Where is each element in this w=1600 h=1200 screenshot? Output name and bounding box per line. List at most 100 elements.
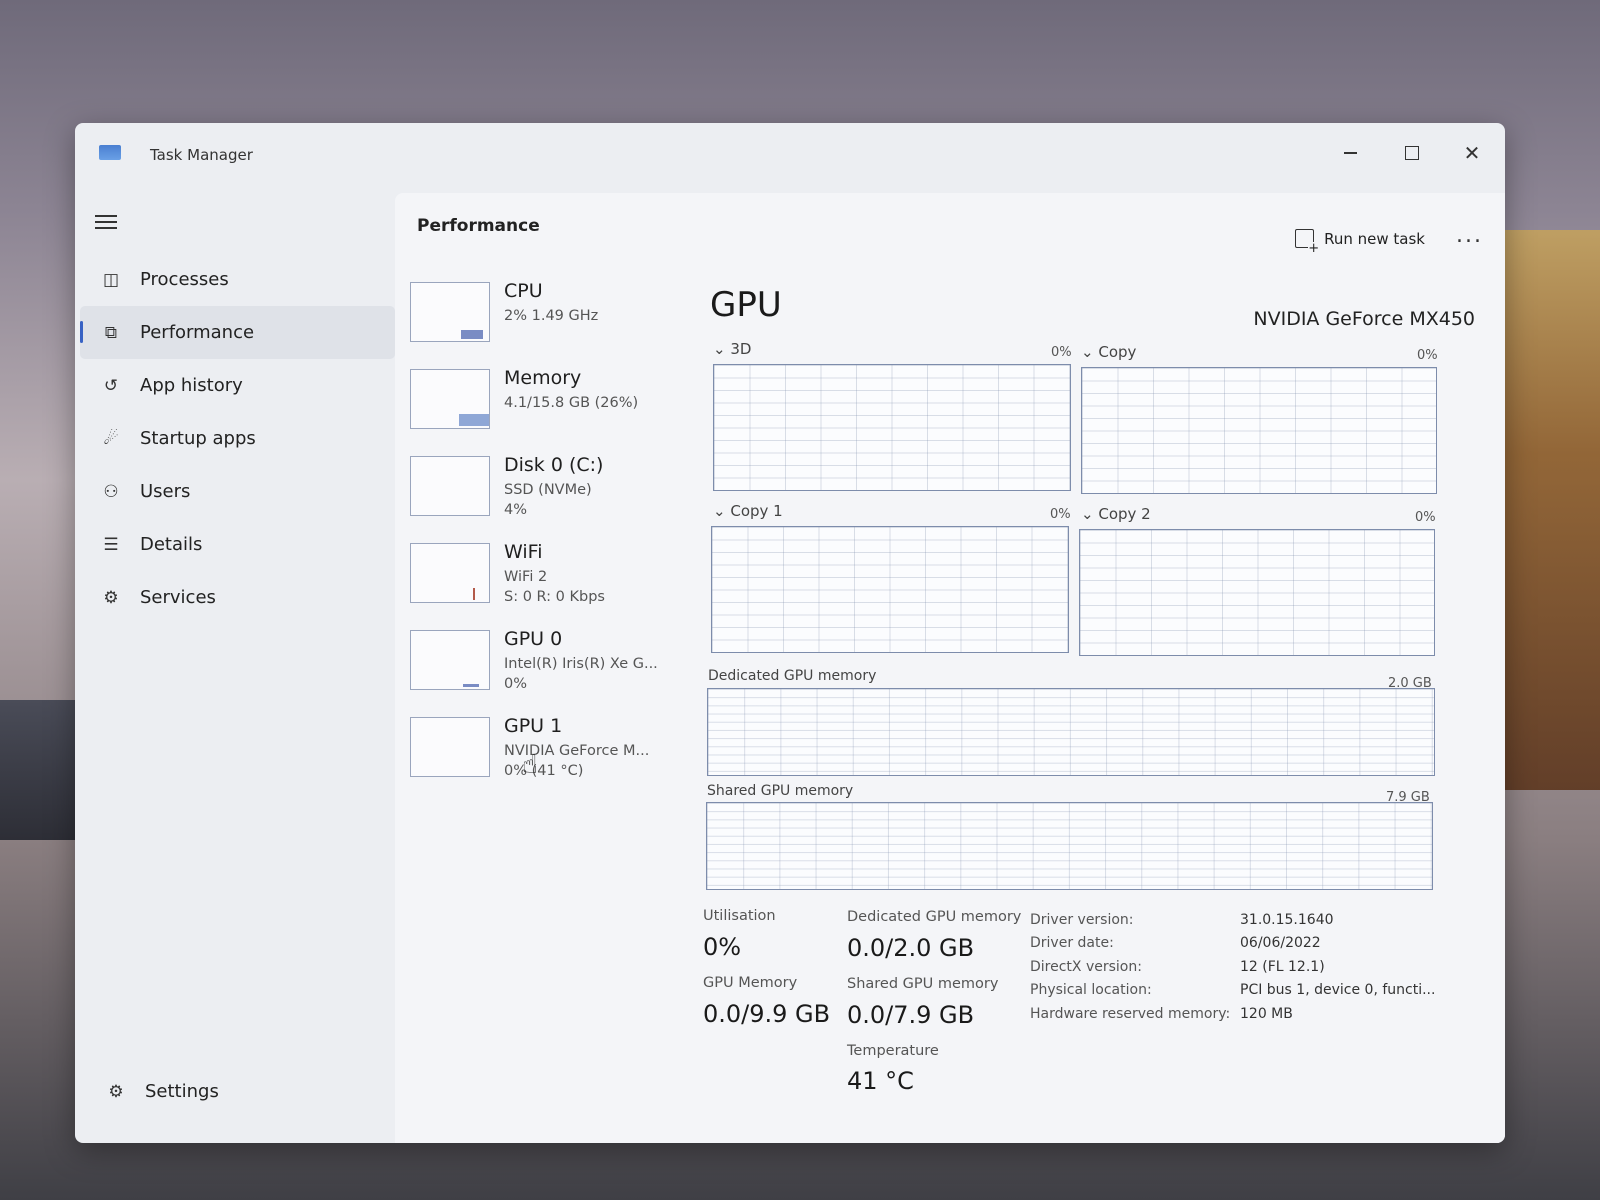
graph-selector-copy2[interactable]: ⌄ Copy 2 [1081, 505, 1151, 523]
stat-gpu-memory: 0.0/9.9 GB [703, 1000, 831, 1028]
device-name: Memory [504, 367, 582, 389]
graph-spark [463, 684, 479, 687]
graph-percent: 0% [1415, 510, 1436, 525]
run-new-task-label: Run new task [1324, 229, 1425, 248]
page-title: Performance [417, 216, 540, 236]
graph-spark [459, 414, 489, 426]
device-name: CPU [504, 280, 543, 302]
info-label: Hardware reserved memory: [1030, 1006, 1231, 1022]
info-label: Driver version: [1030, 912, 1134, 928]
graph-spark [473, 588, 475, 600]
graph-dedicated-memory [707, 688, 1435, 776]
nav-item-label: Settings [145, 1081, 219, 1102]
gpu0-mini-graph [410, 630, 490, 690]
graph-copy1 [711, 526, 1069, 653]
nav-item-users[interactable]: ⚇ Users [80, 465, 395, 518]
chevron-down-icon: ⌄ [713, 340, 726, 358]
device-item-gpu0[interactable]: GPU 0 Intel(R) Iris(R) Xe G... 0% [410, 626, 700, 713]
graph-percent: 0% [1417, 348, 1438, 363]
device-name: GPU 1 [504, 715, 563, 737]
device-detail: 2% 1.49 GHz [504, 308, 599, 324]
nav-item-settings[interactable]: ⚙ Settings [85, 1065, 410, 1118]
device-item-cpu[interactable]: CPU 2% 1.49 GHz [410, 278, 700, 365]
device-name: WiFi [504, 541, 543, 563]
close-icon: ✕ [1463, 141, 1481, 165]
wallpaper-hills [0, 700, 75, 840]
stat-temperature: 41 °C [847, 1067, 914, 1095]
nav-item-performance[interactable]: ⧉ Performance [80, 306, 395, 359]
gpu-model-name: NVIDIA GeForce MX450 [1253, 308, 1475, 330]
info-label: DirectX version: [1030, 959, 1142, 975]
processes-icon: ◫ [102, 269, 120, 290]
device-item-memory[interactable]: Memory 4.1/15.8 GB (26%) [410, 365, 700, 452]
device-detail: S: 0 R: 0 Kbps [504, 589, 605, 605]
nav-item-services[interactable]: ⚙ Services [80, 571, 395, 624]
device-item-wifi[interactable]: WiFi WiFi 2 S: 0 R: 0 Kbps [410, 539, 700, 626]
stat-utilisation: 0% [703, 933, 742, 961]
title-bar[interactable]: Task Manager ✕ [75, 123, 1505, 183]
run-task-icon [1295, 229, 1320, 255]
graph-selector-3d[interactable]: ⌄ 3D [713, 340, 751, 358]
memory-mini-graph [410, 369, 490, 429]
graph-percent: 0% [1051, 345, 1072, 360]
gpu-heading: GPU [710, 285, 782, 325]
graph-selector-copy1[interactable]: ⌄ Copy 1 [713, 502, 783, 520]
info-driver-date: 06/06/2022 [1240, 935, 1321, 951]
nav-item-startup-apps[interactable]: ☄ Startup apps [80, 412, 395, 465]
chevron-down-icon: ⌄ [1081, 343, 1094, 361]
nav-item-label: Users [140, 481, 191, 502]
graph-spark [461, 330, 483, 339]
device-detail: WiFi 2 [504, 569, 548, 585]
graph-label: Copy [1098, 343, 1137, 361]
graph-label: Copy 1 [730, 502, 783, 520]
minimize-button[interactable] [1325, 135, 1375, 171]
graph-selector-copy[interactable]: ⌄ Copy [1081, 343, 1136, 361]
graph-shared-memory [706, 802, 1433, 890]
device-detail: 0% (41 °C) [504, 763, 584, 779]
graph-percent: 0% [1050, 507, 1071, 522]
stat-label: Temperature [847, 1043, 939, 1059]
graph-label: 3D [730, 340, 752, 358]
maximize-button[interactable] [1387, 135, 1437, 171]
hand-pointer-icon: ☝ [522, 750, 538, 780]
device-detail: SSD (NVMe) [504, 482, 592, 498]
device-item-disk[interactable]: Disk 0 (C:) SSD (NVMe) 4% [410, 452, 700, 539]
wifi-mini-graph [410, 543, 490, 603]
startup-icon: ☄ [103, 428, 119, 449]
maximize-icon [1405, 146, 1419, 160]
graph-3d [713, 364, 1071, 491]
graph-copy [1081, 367, 1437, 494]
nav-item-label: Services [140, 587, 216, 608]
minimize-icon [1343, 152, 1357, 154]
details-list-icon: ☰ [103, 534, 119, 555]
performance-icon: ⧉ [104, 322, 118, 343]
disk-mini-graph [410, 456, 490, 516]
services-gear-icon: ⚙ [103, 587, 119, 608]
device-item-gpu1[interactable]: GPU 1 NVIDIA GeForce M... 0% (41 °C) [410, 713, 700, 800]
nav-item-app-history[interactable]: ↺ App history [80, 359, 395, 412]
chevron-down-icon: ⌄ [713, 502, 726, 520]
chevron-down-icon: ⌄ [1081, 505, 1094, 523]
run-new-task-button[interactable]: Run new task [1295, 229, 1425, 255]
close-button[interactable]: ✕ [1447, 135, 1497, 171]
stat-label: GPU Memory [703, 975, 798, 991]
hamburger-line [95, 227, 117, 229]
nav-item-label: Startup apps [140, 428, 256, 449]
nav-item-label: Details [140, 534, 203, 555]
window-title: Task Manager [150, 146, 253, 164]
stat-label: Shared GPU memory [847, 976, 999, 992]
sidebar-nav: ◫ Processes ⧉ Performance ↺ App history … [75, 253, 395, 624]
nav-item-details[interactable]: ☰ Details [80, 518, 395, 571]
device-detail: 0% [504, 676, 528, 692]
more-options-button[interactable]: ... [1456, 223, 1483, 248]
nav-item-label: Processes [140, 269, 229, 290]
nav-item-processes[interactable]: ◫ Processes [80, 253, 395, 306]
graph-label-dedicated-memory: Dedicated GPU memory [708, 668, 877, 684]
cpu-mini-graph [410, 282, 490, 342]
users-icon: ⚇ [103, 481, 119, 502]
hamburger-menu-button[interactable] [95, 211, 117, 233]
graph-label: Copy 2 [1098, 505, 1151, 523]
nav-item-label: App history [140, 375, 243, 396]
task-manager-app-icon [99, 145, 121, 160]
task-manager-window: Task Manager ✕ ◫ Processes ⧉ Performance… [75, 123, 1505, 1143]
